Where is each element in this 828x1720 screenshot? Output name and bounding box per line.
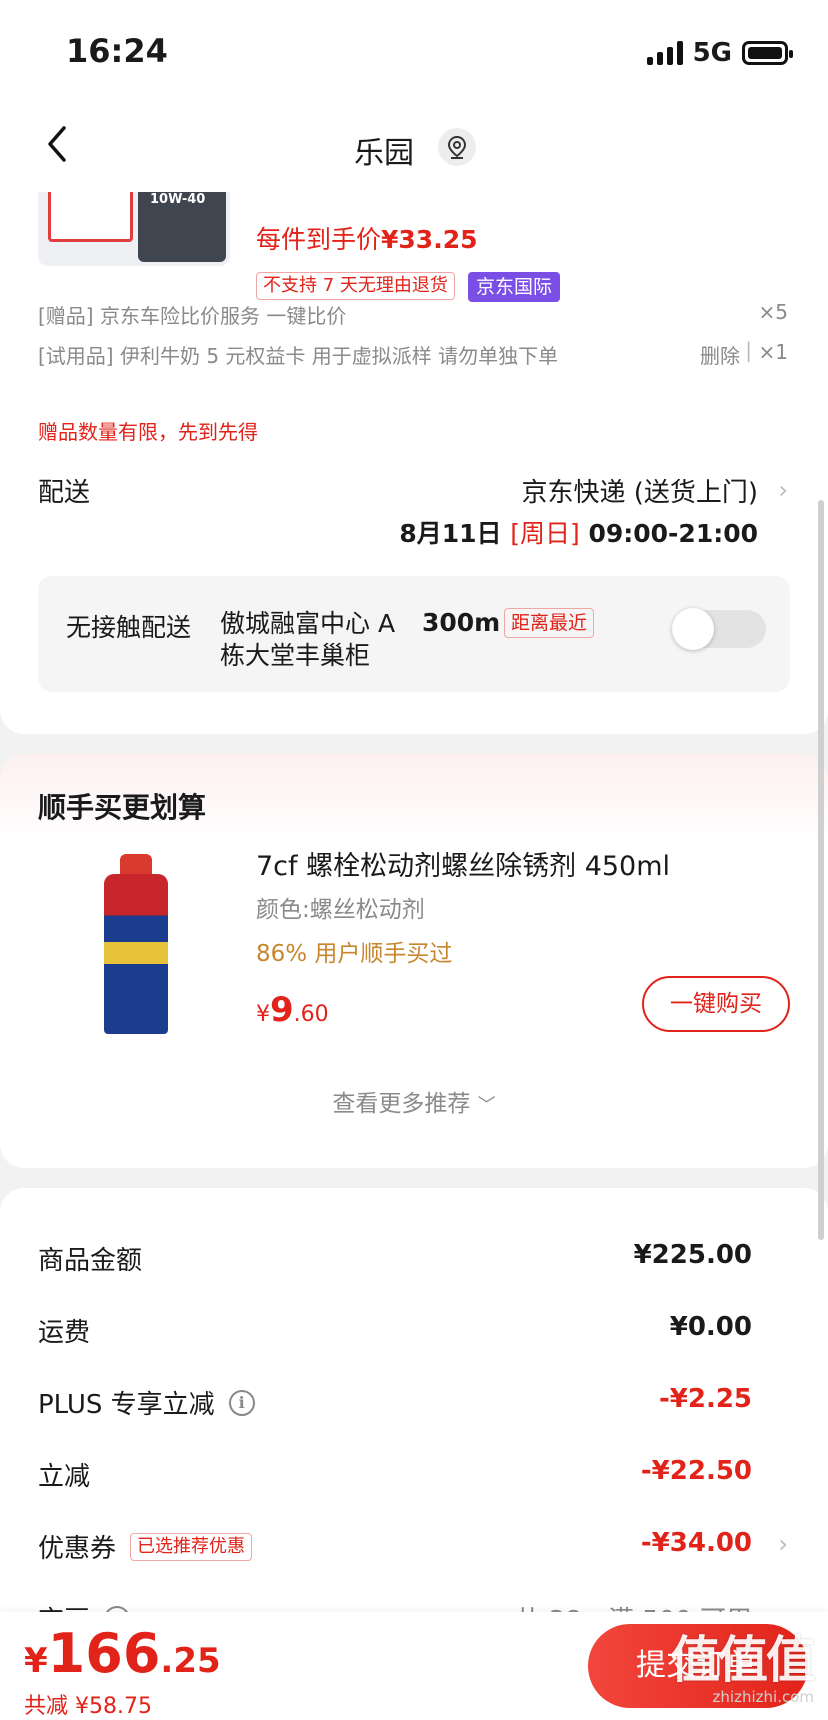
- product-name[interactable]: 7cf 螺栓松动剂螺丝除锈剂 450ml: [256, 844, 670, 883]
- delivery-time[interactable]: 8月11日 [周日] 09:00-21:00: [399, 514, 758, 550]
- one-click-buy-button[interactable]: 一键购买: [642, 976, 790, 1032]
- scrollbar[interactable]: [818, 500, 824, 1240]
- recommend-card: 顺手买更划算 7cf 螺栓松动剂螺丝除锈剂 450ml 颜色:螺丝松动剂 86%…: [0, 754, 828, 1168]
- contactless-toggle[interactable]: [672, 608, 766, 650]
- nav-header: 乐园: [0, 100, 828, 192]
- divider: |: [745, 338, 752, 362]
- chevron-right-icon[interactable]: ›: [778, 1530, 788, 1558]
- section-title: 顺手买更划算: [38, 791, 207, 824]
- product-image[interactable]: [38, 846, 230, 1038]
- network-label: 5G: [692, 38, 732, 68]
- trial-item: [试用品] 伊利牛奶 5 元权益卡 用于虚拟派样 请勿单独下单: [38, 344, 559, 368]
- gift-warning: 赠品数量有限，先到先得: [38, 420, 258, 444]
- contactless-label: 无接触配送: [66, 613, 192, 642]
- coupon-tag: 已选推荐优惠: [130, 1532, 253, 1561]
- delivery-label: 配送: [38, 478, 91, 508]
- nearest-tag: 距离最近: [504, 608, 595, 638]
- pickup-address: 傲城融富中心 A 栋大堂丰巢柜: [220, 609, 396, 670]
- chevron-down-icon: ﹀: [477, 1095, 496, 1116]
- back-button[interactable]: [40, 124, 80, 164]
- product-image[interactable]: 10W-40: [38, 192, 230, 266]
- watermark-url: zhizhizhi.com: [712, 1688, 814, 1706]
- status-time: 16:24: [66, 32, 168, 70]
- order-total: ¥166.25: [24, 1622, 221, 1685]
- pickup-distance: 300m: [422, 608, 501, 637]
- jd-international-tag: 京东国际: [468, 272, 561, 302]
- location-button[interactable]: [438, 128, 476, 166]
- coupon-row[interactable]: 优惠券 已选推荐优惠 -¥34.00: [38, 1528, 752, 1568]
- battery-icon: [742, 41, 793, 65]
- contactless-delivery: 无接触配送 傲城融富中心 A 栋大堂丰巢柜 300m 距离最近: [38, 576, 790, 692]
- delete-trial-link[interactable]: 删除: [700, 340, 740, 369]
- status-icons: 5G: [646, 38, 793, 68]
- gift-item: [赠品] 京东车险比价服务 一键比价: [38, 304, 347, 328]
- summary-row: 商品金额 ¥225.00: [38, 1240, 752, 1276]
- info-icon[interactable]: i: [228, 1389, 255, 1416]
- social-proof: 86% 用户顺手买过: [256, 941, 453, 967]
- summary-row: 运费 ¥0.00: [38, 1312, 752, 1348]
- more-recommendations-link[interactable]: 查看更多推荐 ﹀: [0, 1084, 828, 1118]
- chevron-left-icon: [48, 126, 66, 162]
- status-bar: 16:24 5G: [0, 0, 828, 100]
- trial-qty: ×1: [758, 340, 788, 364]
- gift-qty: ×5: [758, 300, 788, 324]
- order-item-card: 10W-40 每件到手价¥33.25 不支持 7 天无理由退货 京东国际 [赠品…: [0, 192, 828, 734]
- checkout-bar: ¥166.25 共减 ¥58.75 提交订单 值值值 zhizhizhi.com: [0, 1612, 828, 1720]
- per-item-price: 每件到手价¥33.25: [256, 225, 478, 254]
- product-attribute: 颜色:螺丝松动剂: [256, 897, 425, 923]
- delivery-method[interactable]: 京东快递 (送货上门): [521, 472, 758, 509]
- chevron-right-icon[interactable]: ›: [778, 476, 788, 504]
- no-return-tag: 不支持 7 天无理由退货: [256, 272, 455, 300]
- summary-row: 立减 -¥22.50: [38, 1456, 752, 1492]
- product-price: ¥9.60: [256, 990, 329, 1030]
- page-title: 乐园: [354, 136, 414, 171]
- summary-row: PLUS 专享立减 i -¥2.25: [38, 1384, 752, 1420]
- location-pin-icon: [447, 135, 467, 159]
- signal-icon: [646, 41, 683, 65]
- total-saved: 共减 ¥58.75: [24, 1694, 152, 1719]
- watermark-logo: 值值值: [670, 1631, 816, 1689]
- price-summary-card: 商品金额 ¥225.00 运费 ¥0.00 PLUS 专享立减 i -¥2.25 …: [0, 1188, 828, 1638]
